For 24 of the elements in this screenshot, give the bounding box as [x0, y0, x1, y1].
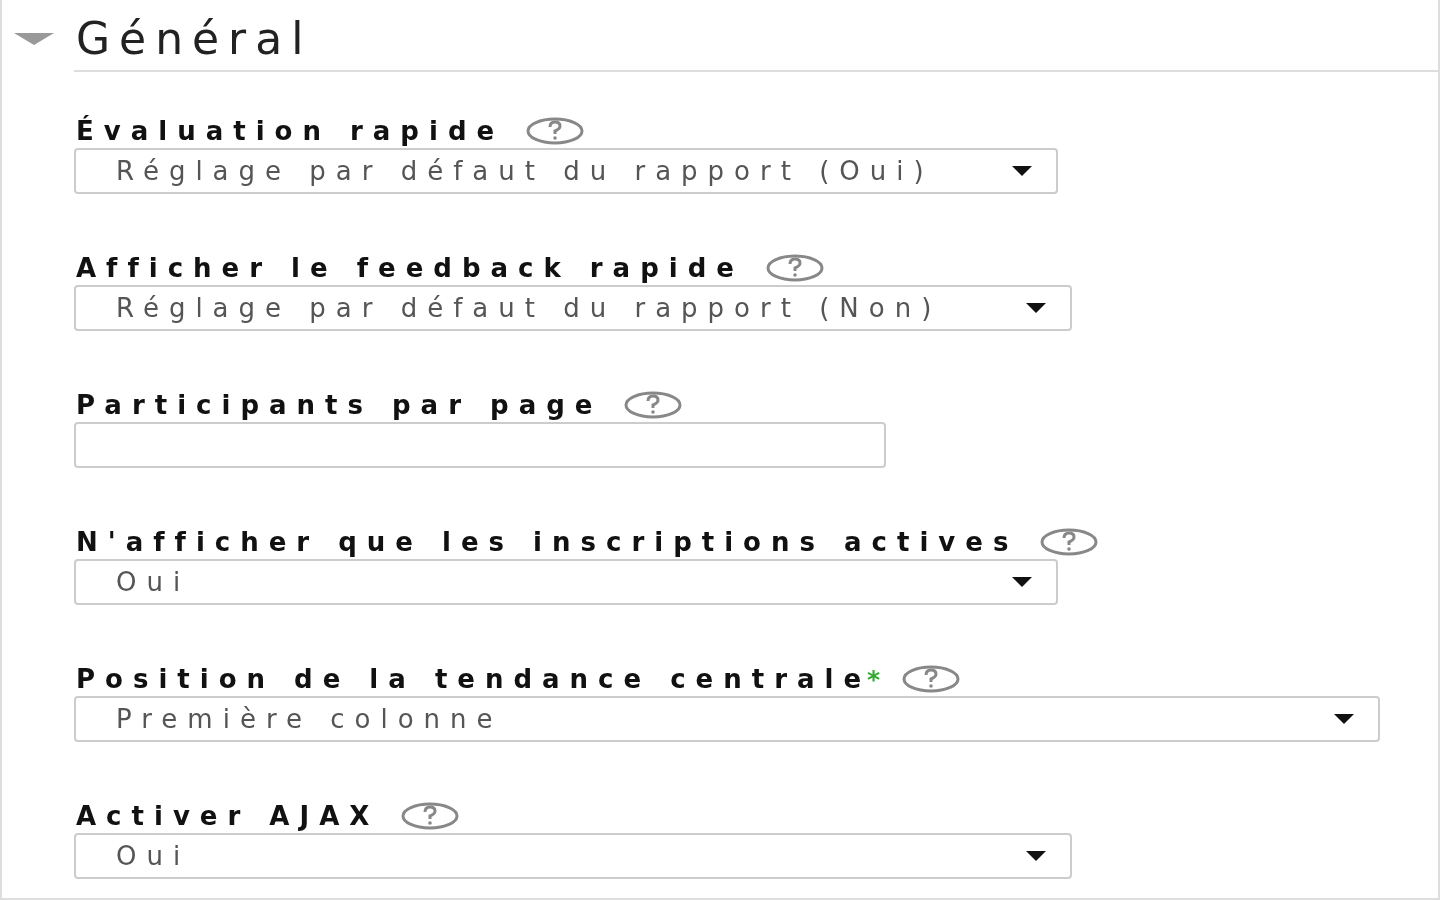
field-label: N'afficher que les inscriptions actives: [75, 527, 1019, 557]
help-icon[interactable]: [624, 390, 683, 420]
select-field[interactable]: Réglage par défaut du rapport (Non): [74, 285, 1072, 331]
help-icon[interactable]: [526, 116, 585, 146]
help-icon[interactable]: [902, 664, 961, 694]
help-icon[interactable]: [765, 253, 824, 283]
select-field[interactable]: Première colonne: [74, 696, 1380, 742]
select-field[interactable]: Oui: [74, 559, 1058, 605]
select-field[interactable]: Oui: [74, 833, 1072, 879]
help-icon[interactable]: [1040, 527, 1099, 557]
field-label: Participants par page: [75, 390, 603, 420]
caret-icon: [1012, 166, 1032, 176]
caret-icon[interactable]: [14, 33, 54, 47]
field-label: Évaluation rapide: [75, 116, 505, 146]
section-title: Général: [76, 12, 313, 64]
caret-icon: [1026, 303, 1046, 313]
field-label: Afficher le feedback rapide: [75, 253, 744, 283]
caret-icon: [1334, 714, 1354, 724]
field-label: Activer AJAX: [75, 801, 380, 831]
caret-icon: [1012, 577, 1032, 587]
select-field[interactable]: Réglage par défaut du rapport (Oui): [74, 148, 1058, 194]
caret-icon: [1026, 851, 1046, 861]
help-icon[interactable]: [401, 801, 460, 831]
input-field[interactable]: [74, 422, 886, 468]
